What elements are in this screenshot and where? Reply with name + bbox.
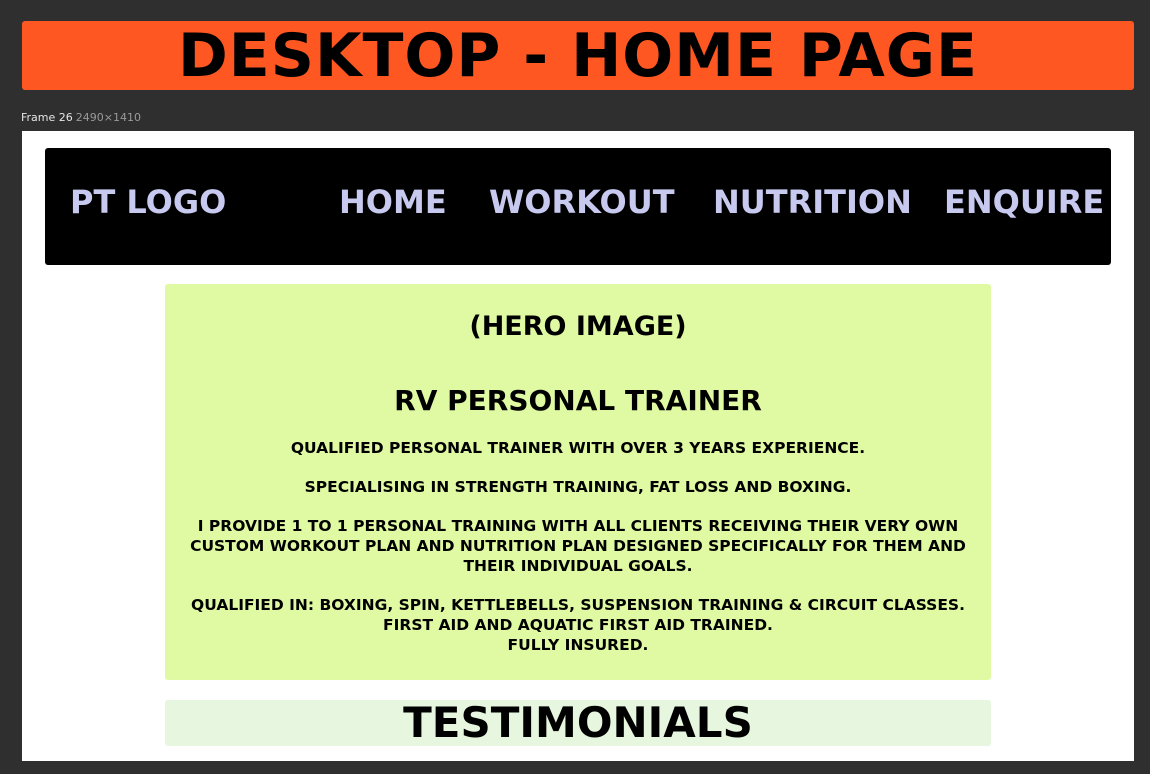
nav-link-workout[interactable]: WORKOUT <box>489 186 675 218</box>
testimonials-title: TESTIMONIALS <box>403 698 753 747</box>
hero-paragraph: I PROVIDE 1 TO 1 PERSONAL TRAINING WITH … <box>190 517 966 575</box>
logo-placeholder[interactable]: PT LOGO <box>70 186 226 218</box>
nav-link-home[interactable]: HOME <box>339 186 447 218</box>
hero-paragraph: QUALIFIED PERSONAL TRAINER WITH OVER 3 Y… <box>290 439 866 457</box>
testimonials-section: TESTIMONIALS <box>165 700 991 746</box>
page-banner: DESKTOP - HOME PAGE <box>22 21 1134 90</box>
nav-link-nutrition[interactable]: NUTRITION <box>713 186 912 218</box>
banner-title: DESKTOP - HOME PAGE <box>177 20 979 91</box>
frame-label[interactable]: Frame 26 2490×1410 <box>21 111 141 124</box>
hero-image-placeholder: (HERO IMAGE) <box>469 311 687 342</box>
frame-dimensions: 2490×1410 <box>75 111 141 124</box>
hero-paragraph: QUALIFIED IN: BOXING, SPIN, KETTLEBELLS,… <box>191 596 965 614</box>
hero-paragraph: FULLY INSURED. <box>507 636 649 654</box>
frame-name: Frame 26 <box>21 111 73 124</box>
hero-paragraph: SPECIALISING IN STRENGTH TRAINING, FAT L… <box>304 478 852 496</box>
hero-heading: RV PERSONAL TRAINER <box>394 384 762 417</box>
hero-paragraph: FIRST AID AND AQUATIC FIRST AID TRAINED. <box>383 616 773 634</box>
nav-link-enquire[interactable]: ENQUIRE <box>944 186 1104 218</box>
navbar: PT LOGO HOME WORKOUT NUTRITION ENQUIRE <box>45 148 1111 265</box>
hero-section: (HERO IMAGE) RV PERSONAL TRAINER QUALIFI… <box>165 284 991 680</box>
design-frame: PT LOGO HOME WORKOUT NUTRITION ENQUIRE (… <box>22 131 1134 761</box>
